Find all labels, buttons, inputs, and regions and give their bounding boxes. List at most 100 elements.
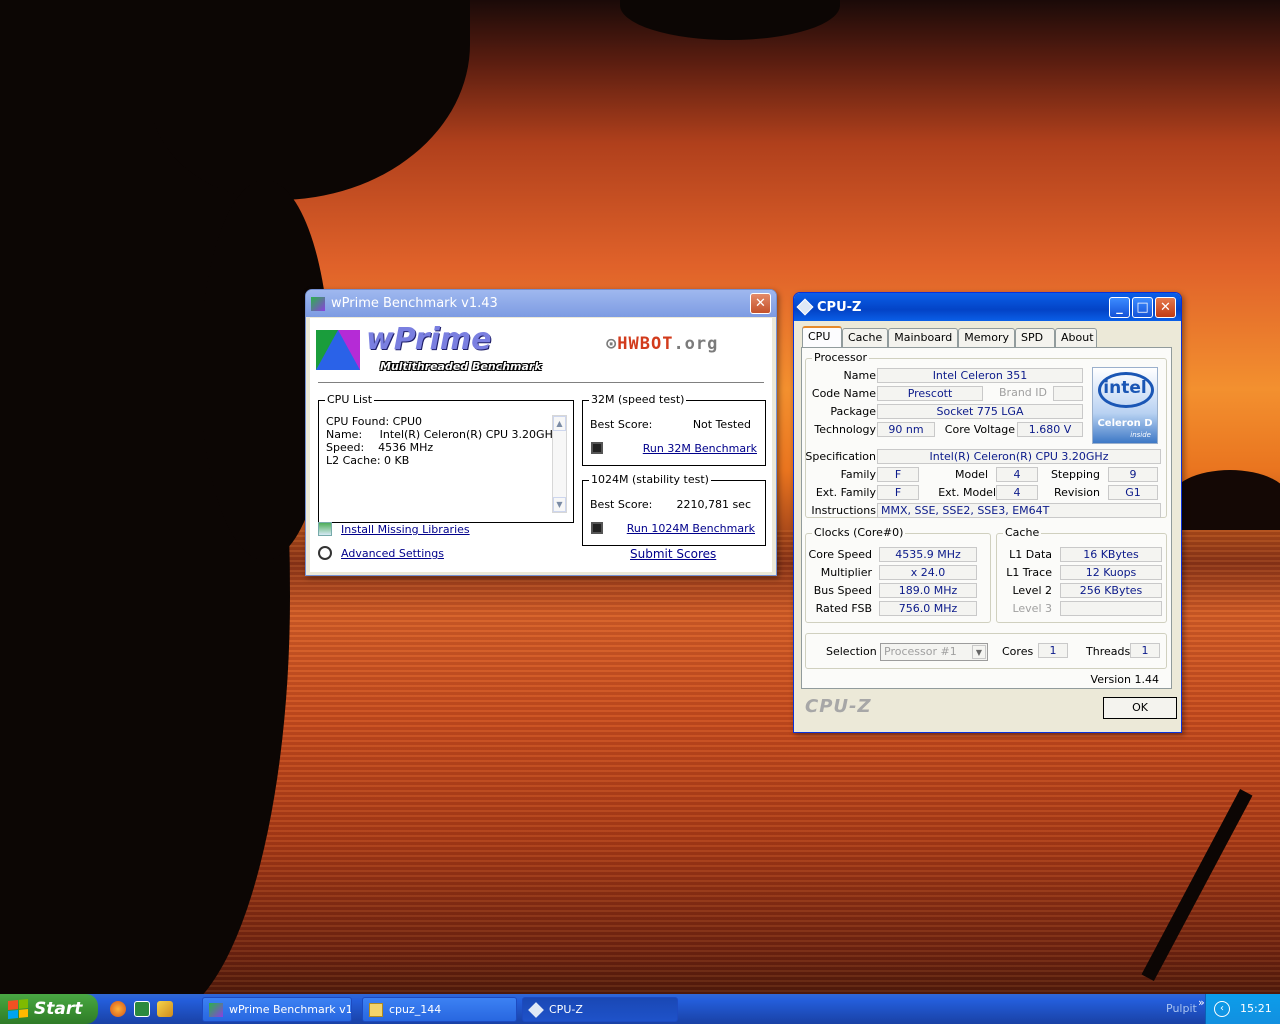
best-score-32m: Not Tested (692, 418, 751, 431)
cpu-tab-panel: Processor Name Intel Celeron 351 Code Na… (801, 347, 1172, 689)
test-1024m-box: 1024M (stability test) Best Score: 2210,… (582, 473, 766, 546)
brand-id-value (1053, 386, 1083, 401)
tab-spd[interactable]: SPD (1015, 328, 1055, 348)
advanced-settings-link[interactable]: Advanced Settings (341, 547, 444, 560)
tab-cache[interactable]: Cache (842, 328, 889, 348)
version-label: Version 1.44 (1090, 673, 1159, 686)
level3-value (1060, 601, 1162, 616)
chevron-down-icon[interactable]: ▼ (972, 645, 986, 659)
submit-scores-link[interactable]: Submit Scores (630, 547, 716, 561)
chevron-left-icon[interactable]: ‹ (1214, 1001, 1230, 1017)
taskbar-item-label: CPU-Z (549, 1003, 583, 1016)
hwbot-logo-domain: .org (673, 334, 719, 354)
scroll-down-arrow-icon[interactable]: ▼ (553, 497, 566, 512)
cpuz-window[interactable]: CPU-Z _ □ ✕ CPU Cache Mainboard Memory S… (793, 292, 1182, 733)
ok-button[interactable]: OK (1103, 697, 1177, 719)
cpuz-brand-logo: CPU-Z (805, 696, 872, 717)
ext-family-value: F (877, 485, 919, 500)
wprime-app-icon (311, 296, 325, 311)
tab-mainboard[interactable]: Mainboard (888, 328, 959, 348)
test-32m-box: 32M (speed test) Best Score: Not Tested … (582, 393, 766, 466)
cpu-list-line: Name: Intel(R) Celeron(R) CPU 3.20GHz (326, 428, 559, 441)
l1-data-label: L1 Data (1009, 548, 1052, 561)
tab-about[interactable]: About (1055, 328, 1097, 348)
threads-value: 1 (1130, 643, 1160, 658)
stepping-label: Stepping (1050, 468, 1100, 481)
multiplier-label: Multiplier (820, 566, 872, 579)
multiplier-value: x 24.0 (879, 565, 977, 580)
processor-legend: Processor (812, 351, 869, 364)
clocks-group: Clocks (Core#0) Core Speed 4535.9 MHz Mu… (805, 526, 991, 623)
core-speed-value: 4535.9 MHz (879, 547, 977, 562)
toolbar-expand-icon[interactable]: » (1198, 996, 1205, 1009)
processor-select[interactable]: Processor #1 ▼ (880, 643, 988, 661)
run-1024m-button[interactable]: Run 1024M Benchmark (627, 522, 755, 535)
l1-trace-value: 12 Kuops (1060, 565, 1162, 580)
cpu-list-text[interactable]: CPU Found: CPU0 Name: Intel(R) Celeron(R… (326, 415, 559, 467)
taskbar-item-cpuz[interactable]: CPU-Z (522, 997, 678, 1022)
best-score-1024m: 2210,781 sec (676, 498, 751, 511)
run-32m-button[interactable]: Run 32M Benchmark (643, 442, 757, 455)
level3-label: Level 3 (1012, 602, 1052, 615)
ext-model-label: Ext. Model (938, 486, 996, 499)
install-icon (318, 522, 332, 536)
cpuz-tabs: CPU Cache Mainboard Memory SPD About (802, 326, 1097, 348)
taskbar-item-folder[interactable]: cpuz_144 (362, 997, 517, 1022)
desktop-toolbar-label[interactable]: Pulpit (1166, 1002, 1197, 1015)
firefox-icon[interactable] (110, 1001, 126, 1017)
code-name-label: Code Name (811, 387, 876, 400)
brand-id-label: Brand ID (999, 386, 1047, 399)
ext-model-value: 4 (996, 485, 1038, 500)
tab-cpu[interactable]: CPU (802, 326, 842, 348)
intel-logo-product: Celeron D (1097, 418, 1153, 429)
cpuz-title: CPU-Z (817, 299, 862, 315)
package-label: Package (830, 405, 876, 418)
revision-value: G1 (1108, 485, 1158, 500)
rated-fsb-label: Rated FSB (815, 602, 872, 615)
minimize-button[interactable]: _ (1109, 296, 1130, 318)
start-button[interactable]: Start (0, 994, 98, 1024)
l1-data-value: 16 KBytes (1060, 547, 1162, 562)
instructions-label: Instructions (811, 504, 876, 517)
level2-label: Level 2 (1012, 584, 1052, 597)
tab-memory[interactable]: Memory (958, 328, 1015, 348)
cpuz-titlebar[interactable]: CPU-Z _ □ ✕ (794, 293, 1181, 321)
save-disk-icon (591, 522, 603, 534)
clock[interactable]: 15:21 (1240, 994, 1272, 1024)
divider (318, 382, 764, 383)
taskbar-item-wprime[interactable]: wPrime Benchmark v1... (202, 997, 352, 1022)
wprime-logo-title: wPrime (366, 322, 492, 357)
cpuz-app-icon (528, 1002, 544, 1018)
intel-logo-tag: inside (1130, 431, 1151, 439)
install-libraries-link[interactable]: Install Missing Libraries (341, 523, 470, 536)
cache-group: Cache L1 Data 16 KBytes L1 Trace 12 Kuop… (996, 526, 1167, 623)
wprime-titlebar[interactable]: wPrime Benchmark v1.43 ✕ (306, 290, 776, 317)
intel-logo-brand: intel (1103, 378, 1147, 398)
tree-canopy (150, 0, 470, 200)
maximize-button[interactable]: □ (1132, 296, 1153, 318)
ext-family-label: Ext. Family (815, 486, 876, 499)
stepping-value: 9 (1108, 467, 1158, 482)
family-label: Family (840, 468, 876, 481)
cpu-list-line: L2 Cache: 0 KB (326, 454, 410, 467)
scroll-up-arrow-icon[interactable]: ▲ (553, 416, 566, 431)
core-voltage-value: 1.680 V (1017, 422, 1083, 437)
cpu-list-legend: CPU List (325, 393, 375, 406)
model-label: Model (954, 468, 988, 481)
hwbot-logo[interactable]: ⊙HWBOT.org (606, 334, 718, 354)
quicklaunch-tool-icon[interactable] (157, 1001, 173, 1017)
intel-celeron-d-logo: intel Celeron D inside (1092, 367, 1158, 444)
tree-branch (620, 0, 840, 40)
cpu-list-box: CPU List CPU Found: CPU0 Name: Intel(R) … (318, 393, 574, 523)
close-button[interactable]: ✕ (750, 293, 771, 314)
quicklaunch-app-icon[interactable] (134, 1001, 150, 1017)
cpu-list-scrollbar[interactable]: ▲ ▼ (552, 415, 567, 513)
cores-value: 1 (1038, 643, 1068, 658)
wprime-window[interactable]: wPrime Benchmark v1.43 ✕ wPrime Multithr… (305, 289, 777, 576)
cores-label: Cores (1002, 645, 1034, 658)
package-value: Socket 775 LGA (877, 404, 1083, 419)
selection-group: Selection Processor #1 ▼ Cores 1 Threads … (805, 633, 1167, 669)
specification-label: Specification (805, 450, 876, 463)
close-button[interactable]: ✕ (1155, 296, 1176, 318)
name-label: Name (843, 369, 876, 382)
